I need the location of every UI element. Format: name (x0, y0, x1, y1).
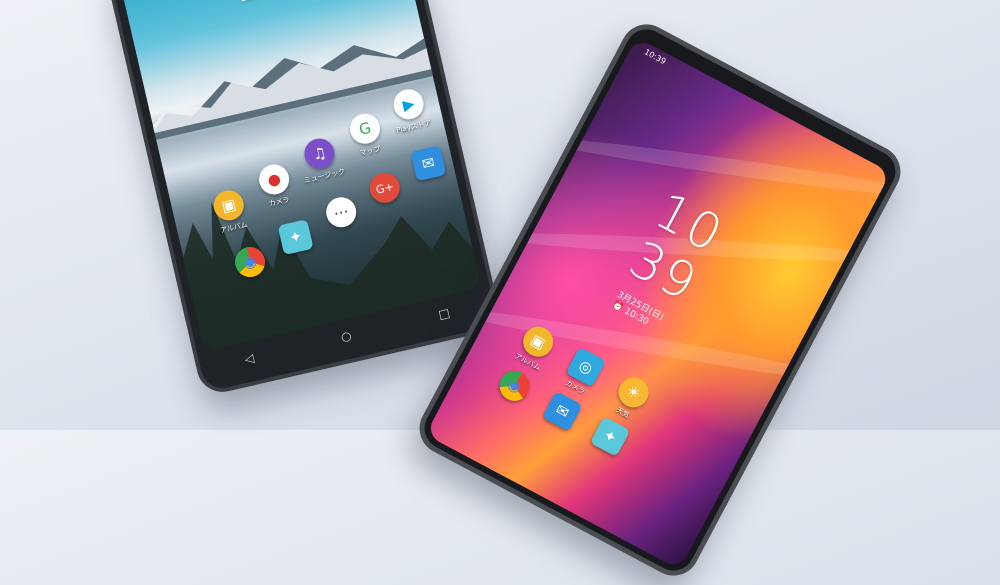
app-label: ミュージック (303, 167, 346, 185)
recents-icon[interactable]: □ (437, 306, 452, 326)
pinwheel-icon: ✦ (277, 219, 314, 256)
left-phone-screen: 10:39 ▣ アルバム ● カメラ ♫ ミュージック G マップ ▶ Play… (119, 0, 482, 352)
status-bar-time: 10:39 (642, 47, 668, 67)
right-phone: 10:39 10 39 3月25日(日) ⏰ 10:30 ▣ アルバム ◎ カメ… (410, 15, 910, 585)
right-phone-screen: 10:39 10 39 3月25日(日) ⏰ 10:30 ▣ アルバム ◎ カメ… (425, 37, 891, 570)
album-icon: ▣ (210, 187, 247, 224)
app-label: カメラ (268, 195, 291, 209)
camera-icon: ● (256, 161, 293, 198)
left-phone: 10:39 ▣ アルバム ● カメラ ♫ ミュージック G マップ ▶ Play… (104, 0, 504, 398)
app-play-store[interactable]: ▶ Playストア (378, 83, 442, 137)
lock-clock: 10:39 (230, 0, 339, 11)
app-label: Playストア (395, 118, 433, 135)
pinwheel-icon: ✦ (589, 416, 631, 457)
map-pin-icon: G (347, 110, 383, 147)
play-store-icon: ▶ (390, 86, 427, 123)
app-mail[interactable]: ✉ (398, 142, 459, 184)
app-drawer-icon: ⋯ (323, 194, 360, 231)
app-label: アルバム (219, 220, 249, 235)
mail-icon: ✉ (410, 145, 447, 182)
chrome-icon: ◉ (494, 365, 535, 407)
music-icon: ♫ (301, 135, 338, 172)
home-icon[interactable]: ○ (339, 328, 353, 348)
wallpaper-stripe (528, 130, 891, 205)
google-plus-icon: G+ (366, 169, 403, 206)
app-label: マップ (359, 144, 382, 158)
mail-icon: ✉ (542, 390, 583, 432)
back-icon[interactable]: ◁ (243, 351, 256, 371)
